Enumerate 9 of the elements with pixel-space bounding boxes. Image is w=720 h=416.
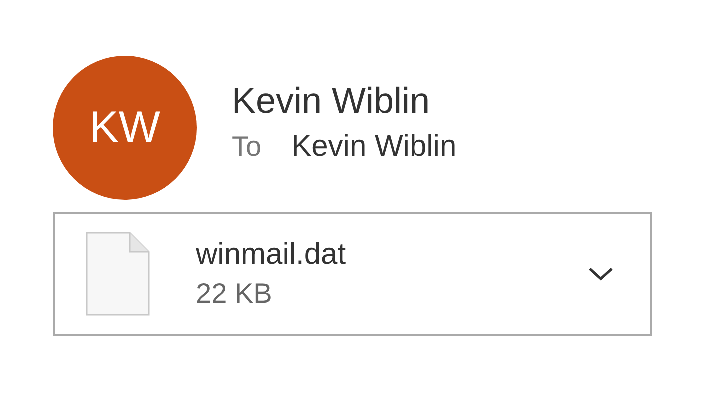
chevron-down-icon[interactable] xyxy=(588,266,614,282)
attachment-card[interactable]: winmail.dat 22 KB xyxy=(53,212,652,336)
attachment-size: 22 KB xyxy=(196,278,274,310)
to-label: To xyxy=(232,131,262,163)
recipient-name: Kevin Wiblin xyxy=(292,130,457,164)
avatar-initials: KW xyxy=(90,103,160,153)
attachment-filename: winmail.dat xyxy=(196,238,348,272)
sender-name: Kevin Wiblin xyxy=(232,80,432,122)
file-icon xyxy=(86,232,150,316)
